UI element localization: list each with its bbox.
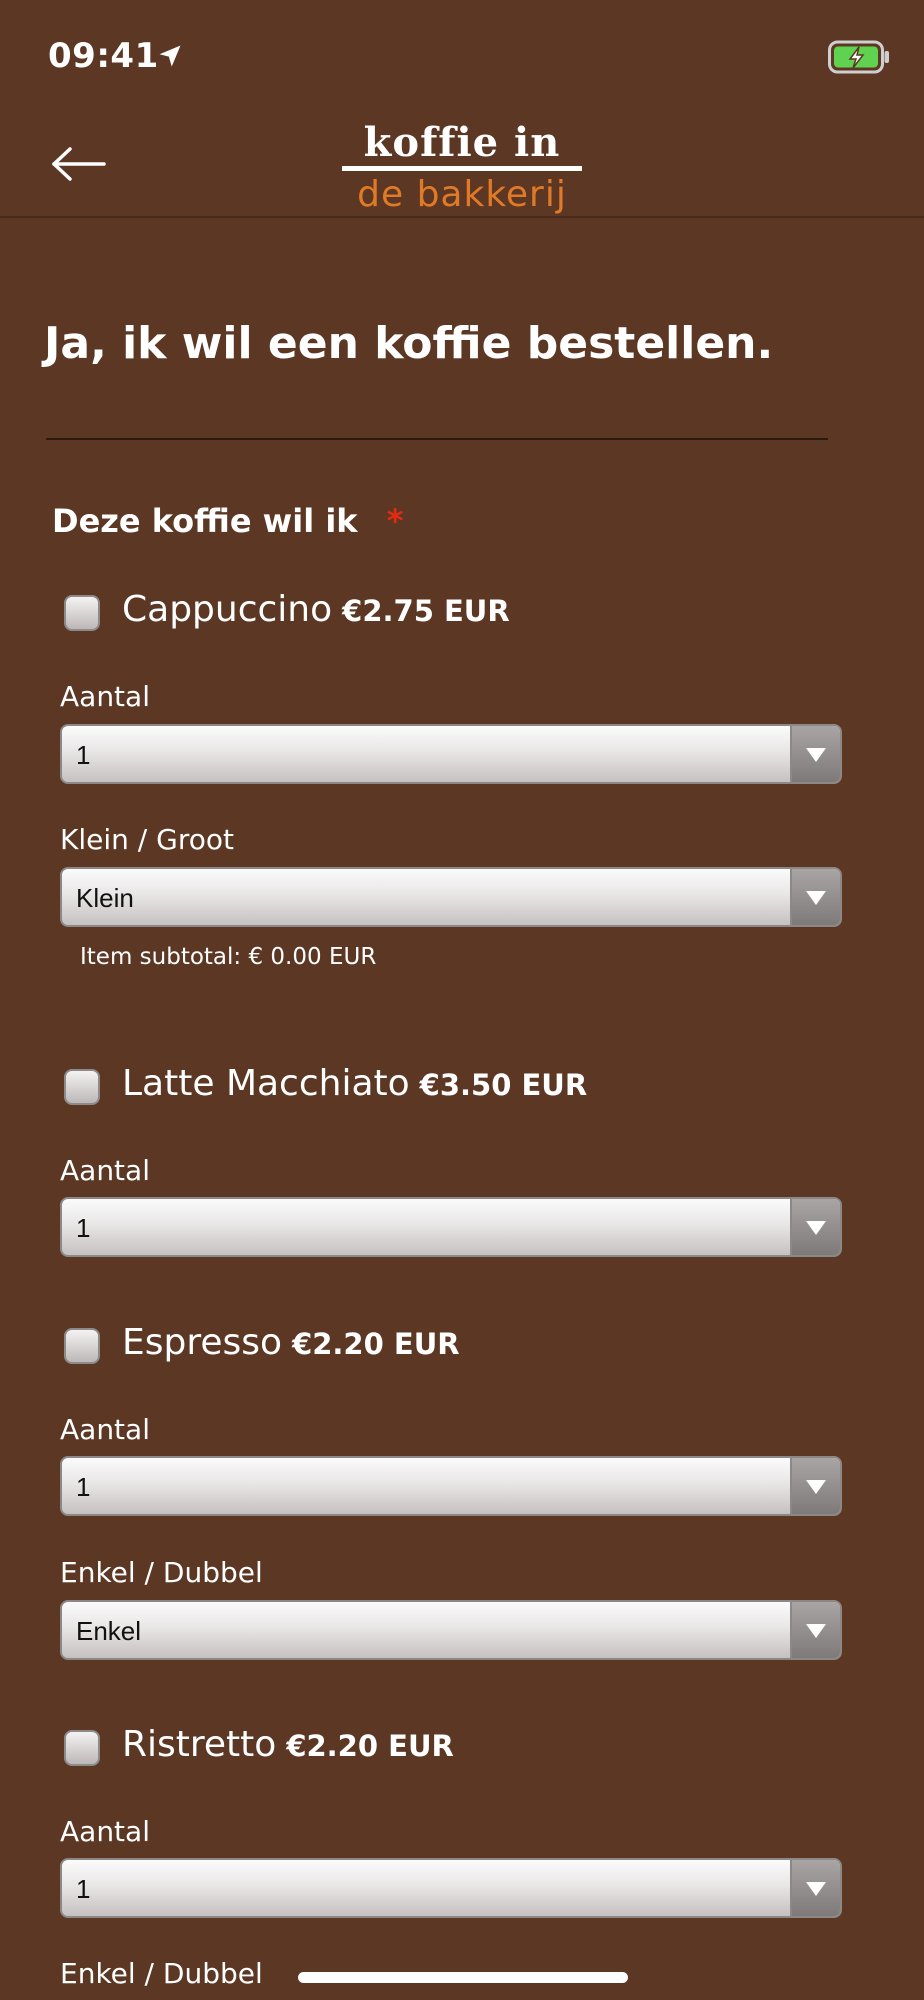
quantity-select[interactable]: 1	[60, 1858, 842, 1918]
status-time: 09:41	[48, 36, 159, 76]
quantity-select[interactable]: 1	[60, 1197, 842, 1257]
strength-select[interactable]: Enkel	[60, 1600, 842, 1660]
select-value: 1	[76, 1874, 91, 1904]
location-arrow-icon	[159, 45, 181, 67]
size-select[interactable]: Klein	[60, 867, 842, 927]
product-label: Cappuccino €2.75 EUR	[122, 589, 510, 630]
product-label: Latte Macchiato €3.50 EUR	[122, 1063, 587, 1104]
chevron-down-icon	[790, 1860, 840, 1916]
chevron-down-icon	[790, 1602, 840, 1658]
product-name: Cappuccino	[122, 589, 333, 630]
back-arrow-icon[interactable]	[50, 146, 108, 182]
select-value: Klein	[76, 883, 134, 913]
select-value: Enkel	[76, 1616, 142, 1646]
select-value: 1	[76, 740, 91, 770]
product-label: Espresso €2.20 EUR	[122, 1322, 460, 1363]
product-name: Latte Macchiato	[122, 1063, 410, 1104]
nav-bar: koffie in de bakkerij	[0, 110, 924, 218]
required-marker: *	[386, 502, 404, 540]
product-price: €2.20 EUR	[286, 1729, 454, 1763]
logo: koffie in de bakkerij	[330, 120, 594, 220]
product-name: Espresso	[122, 1322, 283, 1363]
quantity-select[interactable]: 1	[60, 1456, 842, 1516]
chevron-down-icon	[790, 726, 840, 782]
size-label: Klein / Groot	[60, 823, 234, 856]
logo-line1: koffie in	[363, 119, 561, 166]
product-label: Ristretto €2.20 EUR	[122, 1724, 454, 1765]
product-name: Ristretto	[122, 1724, 277, 1765]
quantity-select[interactable]: 1	[60, 724, 842, 784]
page-title: Ja, ik wil een koffie bestellen.	[44, 318, 774, 369]
chevron-down-icon	[790, 1458, 840, 1514]
battery-charging-icon	[828, 40, 889, 74]
section-label-text: Deze koffie wil ik	[52, 502, 358, 540]
status-bar: 09:41	[0, 0, 924, 110]
select-value: 1	[76, 1472, 91, 1502]
strength-label: Enkel / Dubbel	[60, 1556, 263, 1589]
divider	[46, 438, 828, 440]
select-value: 1	[76, 1213, 91, 1243]
product-price: €2.75 EUR	[342, 594, 510, 628]
strength-label: Enkel / Dubbel	[60, 1957, 263, 1990]
cappuccino-checkbox[interactable]	[64, 595, 100, 631]
logo-line2: de bakkerij	[357, 174, 567, 215]
quantity-label: Aantal	[60, 680, 150, 713]
espresso-checkbox[interactable]	[64, 1328, 100, 1364]
quantity-label: Aantal	[60, 1413, 150, 1446]
item-subtotal: Item subtotal: € 0.00 EUR	[80, 944, 377, 970]
latte-macchiato-checkbox[interactable]	[64, 1069, 100, 1105]
ristretto-checkbox[interactable]	[64, 1730, 100, 1766]
home-indicator	[298, 1972, 628, 1983]
logo-rule	[342, 166, 582, 171]
chevron-down-icon	[790, 1199, 840, 1255]
quantity-label: Aantal	[60, 1154, 150, 1187]
product-price: €3.50 EUR	[419, 1068, 588, 1102]
chevron-down-icon	[790, 869, 840, 925]
product-price: €2.20 EUR	[292, 1327, 460, 1361]
section-label: Deze koffie wil ik *	[52, 502, 403, 540]
quantity-label: Aantal	[60, 1815, 150, 1848]
